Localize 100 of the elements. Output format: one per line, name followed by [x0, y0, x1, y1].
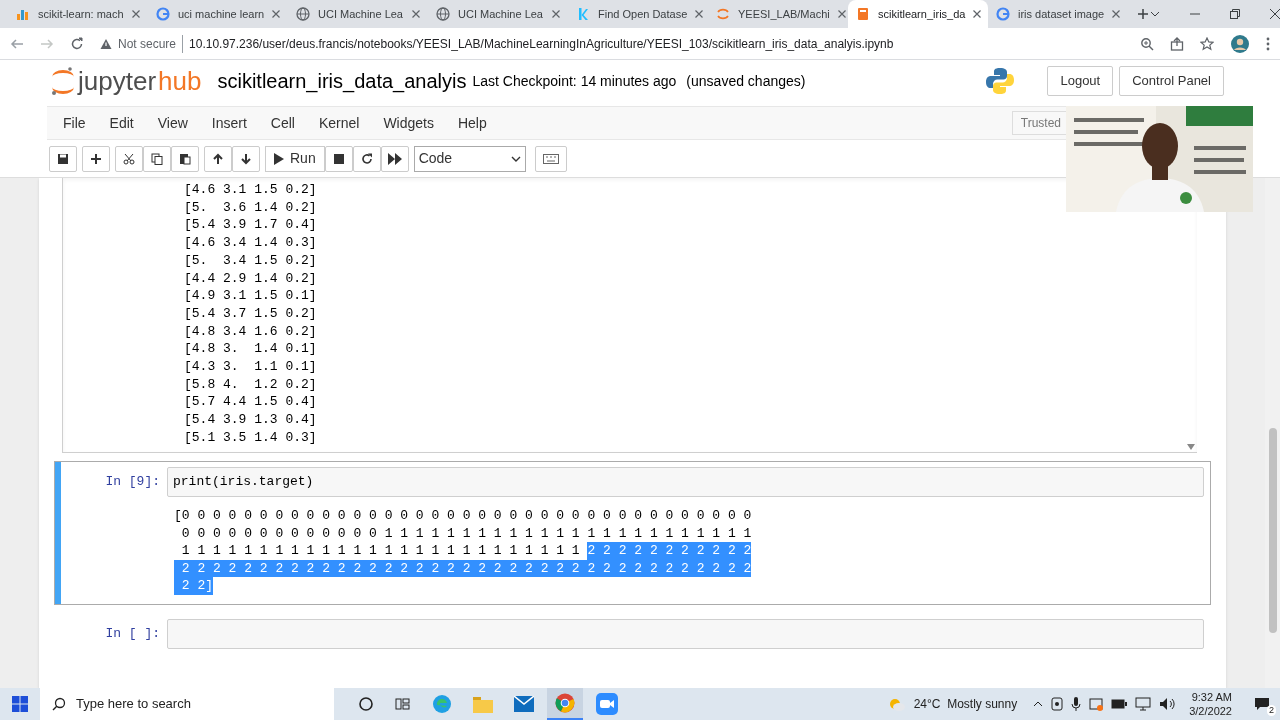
tab-title: uci machine learn — [178, 6, 265, 22]
clock-time[interactable]: 9:32 AM — [1191, 690, 1232, 704]
search-placeholder: Type here to search — [76, 695, 191, 714]
copy-icon — [151, 152, 163, 165]
mail-icon[interactable] — [514, 696, 534, 712]
scrollbar-thumb[interactable] — [1268, 428, 1277, 633]
close-icon[interactable] — [552, 10, 560, 18]
output-line: [5.4 3.7 1.5 0.2] — [184, 304, 317, 323]
reload-icon[interactable] — [70, 36, 84, 51]
code-editor[interactable]: print(iris.target) — [167, 467, 1204, 497]
output-text: 0 0 0 0 0 0 0 0 0 0 0 0 0 1 1 1 1 1 1 1 1 1 1 1 1 1 1 1 1 1 1 1 1 1 1 1 1 — [180, 524, 752, 543]
new-tab-icon[interactable] — [1136, 7, 1150, 21]
letter-k-icon — [576, 7, 590, 21]
save-status: (unsaved changes) — [686, 71, 806, 91]
share-icon[interactable] — [1170, 36, 1184, 51]
microphone-icon[interactable] — [1071, 697, 1082, 711]
input-prompt: In [ ]: — [104, 625, 161, 644]
scroll-down-icon[interactable] — [1187, 444, 1195, 450]
fast-forward-button[interactable] — [380, 145, 409, 172]
close-icon[interactable] — [132, 10, 140, 18]
restore-icon[interactable] — [1230, 9, 1240, 19]
browser-tab[interactable]: Find Open Datase — [568, 0, 708, 28]
output-line: [5.4 3.9 1.3 0.4] — [184, 411, 317, 429]
cortana-icon[interactable] — [358, 696, 374, 712]
clock-date[interactable]: 3/2/2022 — [1189, 704, 1232, 718]
menu-item[interactable]: Insert — [201, 112, 257, 134]
close-icon[interactable] — [973, 10, 982, 18]
star-icon[interactable] — [1200, 36, 1214, 51]
arrow-up-button[interactable] — [204, 145, 232, 172]
output-line: [4.8 3. 1.4 0.1] — [184, 340, 317, 359]
keyboard-button[interactable] — [534, 145, 567, 172]
more-icon[interactable] — [1266, 36, 1270, 51]
output-line: [5.7 4.4 1.5 0.4] — [184, 393, 317, 412]
close-icon[interactable] — [695, 10, 704, 18]
menu-item[interactable]: File — [53, 112, 96, 134]
refresh-button[interactable] — [352, 145, 381, 172]
zoom-icon[interactable] — [1140, 36, 1154, 51]
browser-tab[interactable]: UCI Machine Lea — [428, 0, 568, 28]
copy-button[interactable] — [143, 145, 171, 172]
paste-button[interactable] — [171, 145, 199, 172]
chevron-down-icon[interactable] — [1150, 9, 1160, 19]
header-button[interactable]: Control Panel — [1119, 66, 1224, 96]
arrow-up-icon — [212, 152, 224, 165]
cut-button[interactable] — [115, 145, 143, 172]
chrome-taskbar-button[interactable] — [547, 688, 583, 720]
menu-item[interactable]: Edit — [99, 112, 144, 134]
menu-item[interactable]: View — [147, 112, 198, 134]
plus-icon — [90, 152, 102, 165]
task-view-icon[interactable] — [395, 696, 411, 712]
stop-button[interactable] — [324, 145, 353, 172]
output-line: [5.8 4. 1.2 0.2] — [184, 375, 317, 394]
browser-tab[interactable]: scikitlearn_iris_da — [848, 0, 988, 28]
browser-tab[interactable]: scikit-learn: mach — [8, 0, 148, 28]
menu-item[interactable]: Cell — [260, 112, 305, 134]
video-camera-icon[interactable] — [596, 693, 618, 715]
taskbar-search-field[interactable]: Type here to search — [40, 688, 334, 720]
browser-tab[interactable]: YEESI_LAB/Machi — [708, 0, 848, 28]
keyboard-icon — [542, 153, 559, 164]
back-icon[interactable] — [10, 36, 24, 51]
close-icon[interactable] — [272, 10, 281, 18]
search-icon — [52, 697, 66, 711]
paste-icon — [179, 152, 191, 165]
speaker-icon[interactable] — [1159, 697, 1176, 711]
input-prompt: In [9]: — [104, 473, 161, 492]
output-line: [5. 3.6 1.4 0.2] — [184, 198, 317, 217]
chevron-up-icon[interactable] — [1033, 700, 1044, 708]
output-line: [4.6 3.4 1.4 0.3] — [184, 234, 317, 252]
arrow-down-button[interactable] — [232, 145, 260, 172]
battery-icon[interactable] — [1111, 699, 1128, 709]
plus-button[interactable] — [82, 145, 110, 172]
cell-type-dropdown[interactable]: Code — [413, 145, 526, 172]
run-button[interactable]: Run — [265, 145, 325, 172]
code-cell[interactable]: In [ ]: — [54, 612, 1211, 655]
selected-output-text: 2 2 2 2 2 2 2 2 2 2 2 — [587, 542, 752, 560]
weather-text[interactable]: 24°C Mostly sunny — [913, 695, 1018, 713]
close-icon[interactable] — [1112, 10, 1121, 18]
close-icon[interactable] — [837, 10, 846, 18]
play-icon — [274, 152, 284, 165]
close-icon[interactable] — [412, 10, 420, 18]
close-icon[interactable] — [1270, 9, 1280, 19]
browser-tab[interactable]: uci machine learn — [148, 0, 288, 28]
webcam-tray-icon[interactable] — [1051, 697, 1064, 711]
notebook-name[interactable]: scikitlearn_iris_data_analyis — [217, 66, 467, 96]
code-text: print(iris.target) — [173, 473, 314, 492]
notification-icon[interactable] — [1254, 697, 1270, 711]
code-cell[interactable] — [54, 461, 1211, 605]
avatar-icon[interactable] — [1230, 33, 1250, 54]
menu-item[interactable]: Help — [447, 112, 497, 134]
network-icon[interactable] — [1135, 697, 1152, 711]
menu-item[interactable]: Kernel — [308, 112, 370, 134]
menu-item[interactable]: Widgets — [373, 112, 444, 134]
save-button[interactable] — [49, 145, 77, 172]
browser-tab[interactable]: UCI Machine Lea — [288, 0, 428, 28]
browser-tab[interactable]: iris dataset image — [988, 0, 1128, 28]
output-line: [5.1 3.5 1.4 0.3] — [184, 428, 317, 447]
app-tray-icon[interactable] — [1089, 697, 1104, 711]
stop-icon — [332, 152, 345, 165]
header-button[interactable]: Logout — [1047, 66, 1114, 96]
address-bar[interactable]: Not secure 10.10.97.236/user/deus.francis/notebooks/YEESI_LAB/MachineLearningInAgriculture/YEESI_103/scikitlearn_iris_data_analyis.ipynb — [100, 34, 1124, 53]
windows-start-icon[interactable] — [12, 696, 28, 712]
